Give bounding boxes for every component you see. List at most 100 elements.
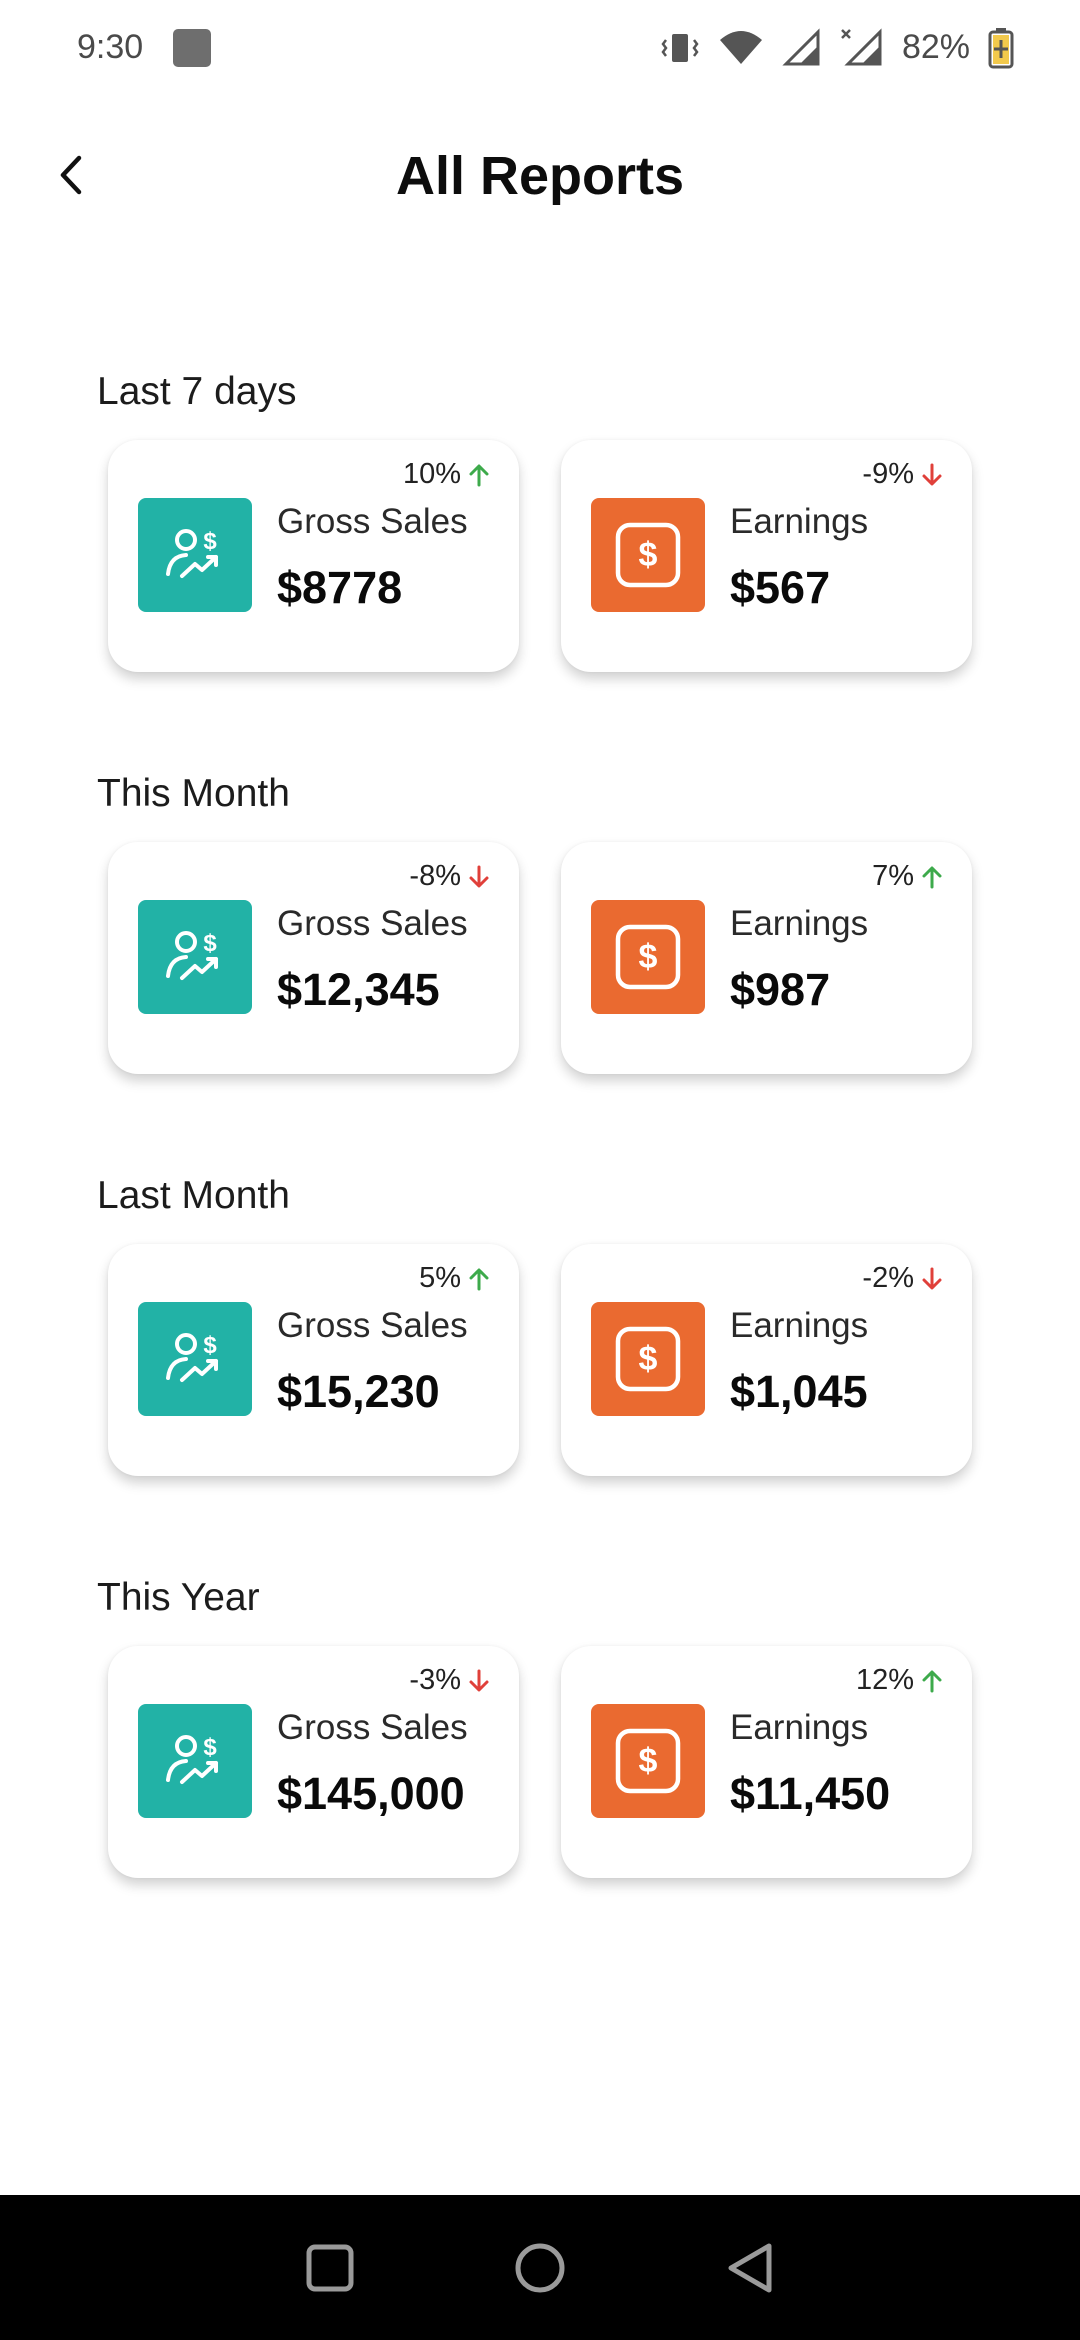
gross-sales-card[interactable]: -3% $ Gross Sales $145,000 [108, 1646, 519, 1878]
change-percent: 10% [402, 458, 461, 490]
report-section: Last 7 days 10% $ Gross Sales $8778 -9% … [0, 370, 1080, 680]
notification-icon [173, 28, 212, 67]
change-percent: -9% [862, 458, 914, 490]
sales-icon-tile: $ [138, 900, 252, 1014]
change-percent: 12% [855, 1664, 914, 1696]
section-title: This Year [97, 1576, 260, 1619]
system-navigation-bar [0, 2195, 1080, 2340]
card-value: $15,230 [277, 1366, 440, 1417]
battery-percent: 82% [901, 28, 970, 66]
sales-icon-tile: $ [138, 1302, 252, 1416]
arrow-down-icon [469, 865, 489, 887]
earnings-card[interactable]: 12% $ Earnings $11,450 [561, 1646, 972, 1878]
earnings-card[interactable]: -2% $ Earnings $1,045 [561, 1244, 972, 1476]
wifi-icon [719, 30, 762, 64]
card-value: $145,000 [277, 1768, 465, 1819]
card-label: Gross Sales [277, 904, 468, 943]
sales-icon-tile: $ [138, 498, 252, 612]
arrow-up-icon [469, 464, 489, 486]
recent-apps-button[interactable] [300, 2238, 360, 2298]
arrow-down-icon [922, 1267, 942, 1289]
gross-sales-card[interactable]: 10% $ Gross Sales $8778 [108, 440, 519, 672]
card-value: $8778 [277, 562, 403, 613]
arrow-down-icon [469, 1669, 489, 1691]
change-indicator: -8% [409, 860, 491, 893]
app-header: All Reports [0, 125, 1080, 225]
svg-text:$: $ [203, 528, 217, 555]
triangle-back-icon [728, 2243, 772, 2292]
card-label: Earnings [730, 502, 869, 541]
card-value: $567 [730, 562, 831, 613]
user-dollar-growth-icon: $ [166, 1734, 218, 1784]
page-title: All Reports [395, 146, 685, 206]
card-label: Earnings [730, 904, 869, 943]
dollar-square-icon: $ [615, 924, 681, 990]
section-title: Last Month [97, 1174, 290, 1217]
change-indicator: 10% [403, 458, 491, 491]
status-bar: 9:30 82% [0, 0, 1080, 95]
back-nav-button[interactable] [720, 2238, 780, 2298]
card-value: $12,345 [277, 964, 440, 1015]
report-cards: 5% $ Gross Sales $15,230 -2% $ Earnings … [108, 1244, 974, 1476]
square-icon [306, 2244, 354, 2291]
sales-icon-tile: $ [138, 1704, 252, 1818]
card-label: Gross Sales [277, 1708, 468, 1747]
change-percent: -3% [409, 1664, 461, 1696]
change-percent: 7% [872, 860, 914, 892]
earnings-icon-tile: $ [591, 498, 705, 612]
change-indicator: 12% [856, 1664, 944, 1697]
arrow-down-icon [922, 463, 942, 485]
report-section: Last Month 5% $ Gross Sales $15,230 -2% … [0, 1174, 1080, 1484]
svg-text:$: $ [203, 1734, 217, 1761]
dollar-square-icon: $ [615, 522, 681, 588]
card-value: $1,045 [730, 1366, 868, 1417]
earnings-icon-tile: $ [591, 900, 705, 1014]
status-time: 9:30 [77, 28, 144, 66]
user-dollar-growth-icon: $ [166, 1332, 218, 1382]
report-section: This Month -8% $ Gross Sales $12,345 7% … [0, 772, 1080, 1082]
section-title: This Month [97, 772, 290, 815]
earnings-card[interactable]: 7% $ Earnings $987 [561, 842, 972, 1074]
earnings-icon-tile: $ [591, 1302, 705, 1416]
report-cards: 10% $ Gross Sales $8778 -9% $ Earnings $… [108, 440, 974, 672]
arrow-up-icon [922, 1670, 942, 1692]
vibrate-icon [661, 33, 699, 62]
change-indicator: -2% [862, 1262, 944, 1295]
svg-text:$: $ [639, 938, 658, 976]
dollar-square-icon: $ [615, 1728, 681, 1794]
reports-screen: 9:30 82% All Reports Last 7 days 10% $ G… [0, 0, 1080, 2340]
change-percent: 5% [419, 1262, 461, 1294]
signal-icon [782, 27, 820, 65]
card-label: Earnings [730, 1708, 869, 1747]
svg-text:$: $ [639, 536, 658, 574]
dollar-square-icon: $ [615, 1326, 681, 1392]
change-indicator: 7% [872, 860, 944, 893]
card-value: $987 [730, 964, 831, 1015]
circle-icon [515, 2243, 565, 2292]
report-section: This Year -3% $ Gross Sales $145,000 12%… [0, 1576, 1080, 1886]
change-percent: -8% [409, 860, 461, 892]
user-dollar-growth-icon: $ [166, 930, 218, 980]
svg-text:$: $ [639, 1340, 658, 1378]
change-indicator: 5% [419, 1262, 491, 1295]
section-title: Last 7 days [97, 370, 297, 413]
svg-text:$: $ [639, 1742, 658, 1780]
home-button[interactable] [510, 2238, 570, 2298]
change-indicator: -3% [409, 1664, 491, 1697]
earnings-card[interactable]: -9% $ Earnings $567 [561, 440, 972, 672]
battery-charging-icon [988, 27, 1014, 68]
report-cards: -3% $ Gross Sales $145,000 12% $ Earning… [108, 1646, 974, 1878]
card-label: Gross Sales [277, 502, 468, 541]
earnings-icon-tile: $ [591, 1704, 705, 1818]
change-percent: -2% [862, 1262, 914, 1294]
arrow-up-icon [469, 1268, 489, 1290]
gross-sales-card[interactable]: 5% $ Gross Sales $15,230 [108, 1244, 519, 1476]
svg-text:$: $ [203, 1332, 217, 1359]
svg-text:$: $ [203, 930, 217, 957]
gross-sales-card[interactable]: -8% $ Gross Sales $12,345 [108, 842, 519, 1074]
arrow-up-icon [922, 866, 942, 888]
card-label: Earnings [730, 1306, 869, 1345]
change-indicator: -9% [862, 458, 944, 491]
user-dollar-growth-icon: $ [166, 528, 218, 578]
card-value: $11,450 [730, 1768, 891, 1819]
